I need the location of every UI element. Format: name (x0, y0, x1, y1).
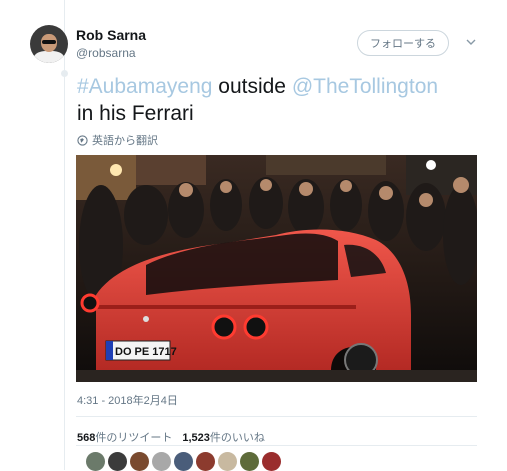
tweet-timestamp[interactable]: 4:31 - 2018年2月4日 (77, 392, 178, 408)
liker-avatars (86, 452, 281, 471)
divider (76, 445, 477, 446)
liker-avatar[interactable] (196, 452, 215, 471)
translate-label[interactable]: 英語から翻訳 (92, 132, 158, 148)
author-avatar[interactable] (30, 25, 68, 63)
tweet-text-part: outside (212, 75, 292, 98)
author-display-name[interactable]: Rob Sarna (76, 27, 146, 43)
liker-avatar[interactable] (130, 452, 149, 471)
tweet-stats: 568件のリツイート 1,523件のいいね (77, 429, 265, 445)
liker-avatar[interactable] (174, 452, 193, 471)
tweet-media-video[interactable]: DO PE 1717 (76, 155, 477, 382)
follow-button[interactable]: フォローする (357, 30, 449, 56)
mention-link[interactable]: @TheTollington (292, 75, 438, 98)
divider (76, 416, 477, 417)
liker-avatar[interactable] (262, 452, 281, 471)
tweet-text-part: in his Ferrari (77, 102, 194, 125)
liker-avatar[interactable] (108, 452, 127, 471)
translate-link[interactable]: 英語から翻訳 (77, 132, 158, 148)
avatar-glasses (42, 40, 56, 44)
video-frame: DO PE 1717 (76, 155, 477, 382)
like-label[interactable]: 件のいいね (210, 432, 265, 444)
tweet-card: Rob Sarna @robsarna フォローする #Aubamayeng o… (0, 0, 507, 471)
author-screen-name[interactable]: @robsarna (76, 46, 136, 60)
chevron-down-icon[interactable] (466, 38, 476, 46)
conversation-dot (61, 70, 68, 77)
liker-avatar[interactable] (86, 452, 105, 471)
retweet-label[interactable]: 件のリツイート (95, 432, 172, 444)
license-plate: DO PE 1717 (115, 346, 177, 358)
liker-avatar[interactable] (218, 452, 237, 471)
hashtag-link[interactable]: #Aubamayeng (77, 75, 212, 98)
globe-icon (77, 134, 88, 146)
avatar-shirt (34, 51, 64, 63)
liker-avatar[interactable] (240, 452, 259, 471)
tweet-text: #Aubamayeng outside @TheTollington in hi… (77, 73, 477, 127)
liker-avatar[interactable] (152, 452, 171, 471)
like-count[interactable]: 1,523 (182, 432, 210, 444)
retweet-count[interactable]: 568 (77, 432, 95, 444)
